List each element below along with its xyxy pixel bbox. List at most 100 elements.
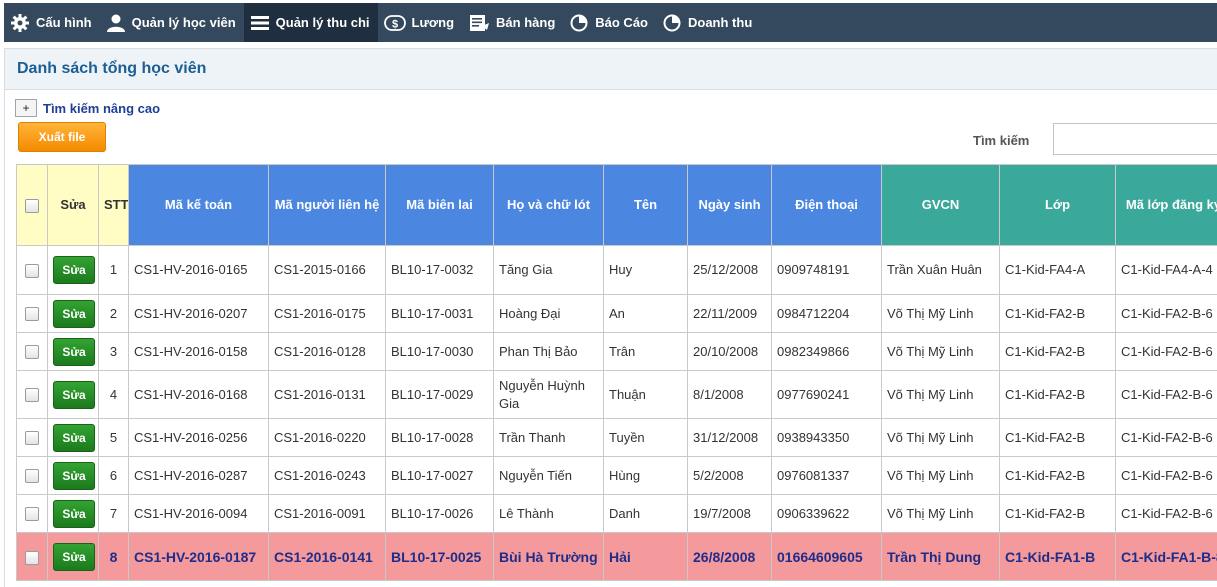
table-row: Sửa6CS1-HV-2016-0287CS1-2016-0243BL10-17… xyxy=(17,457,1217,495)
cell-receipt-code: BL10-17-0030 xyxy=(386,333,494,371)
cell-first-name: Thuận xyxy=(604,371,688,419)
cell-homeroom-teacher: Võ Thị Mỹ Linh xyxy=(882,371,1000,419)
cell-birth-date: 19/7/2008 xyxy=(688,495,772,533)
search-label: Tìm kiếm xyxy=(973,133,1029,148)
edit-button[interactable]: Sửa xyxy=(53,300,95,328)
edit-button[interactable]: Sửa xyxy=(53,338,95,366)
pie-chart-icon xyxy=(662,13,682,33)
row-checkbox[interactable] xyxy=(25,264,39,278)
advanced-search-toggle[interactable]: + Tìm kiếm nâng cao xyxy=(15,99,160,117)
cell-registered-class-code: C1-Kid-FA2-B-6 xyxy=(1116,371,1217,419)
column-header[interactable]: Điện thoại xyxy=(772,165,882,246)
cell-phone: 0938943350 xyxy=(772,419,882,457)
cell-receipt-code: BL10-17-0027 xyxy=(386,457,494,495)
column-header[interactable]: Lớp xyxy=(1000,165,1116,246)
table-row: Sửa4CS1-HV-2016-0168CS1-2016-0131BL10-17… xyxy=(17,371,1217,419)
nav-label: Lương xyxy=(412,15,454,30)
row-checkbox[interactable] xyxy=(25,307,39,321)
cell-registered-class-code: C1-Kid-FA1-B-8 xyxy=(1116,533,1217,581)
column-header[interactable]: Mã kế toán xyxy=(129,165,269,246)
edit-button[interactable]: Sửa xyxy=(53,543,95,571)
search-input[interactable] xyxy=(1053,123,1217,155)
edit-button[interactable]: Sửa xyxy=(53,381,95,409)
cell-receipt-code: BL10-17-0032 xyxy=(386,246,494,295)
list-icon xyxy=(250,13,270,33)
cell-class: C1-Kid-FA2-B xyxy=(1000,295,1116,333)
column-header[interactable]: Tên xyxy=(604,165,688,246)
table-row: Sửa2CS1-HV-2016-0207CS1-2016-0175BL10-17… xyxy=(17,295,1217,333)
row-select-cell xyxy=(17,495,48,533)
nav-label: Bán hàng xyxy=(496,15,555,30)
row-checkbox[interactable] xyxy=(25,507,39,521)
cell-birth-date: 5/2/2008 xyxy=(688,457,772,495)
cell-accounting-code: CS1-HV-2016-0187 xyxy=(129,533,269,581)
row-checkbox[interactable] xyxy=(25,469,39,483)
nav-item-config[interactable]: Cấu hình xyxy=(4,3,100,42)
cell-contact-code: CS1-2016-0243 xyxy=(269,457,386,495)
cell-accounting-code: CS1-HV-2016-0168 xyxy=(129,371,269,419)
cell-homeroom-teacher: Võ Thị Mỹ Linh xyxy=(882,295,1000,333)
nav-item-finance[interactable]: Quản lý thu chi xyxy=(244,3,378,42)
nav-item-sales[interactable]: Bán hàng xyxy=(462,3,563,42)
cell-contact-code: CS1-2016-0131 xyxy=(269,371,386,419)
table-row: Sửa1CS1-HV-2016-0165CS1-2015-0166BL10-17… xyxy=(17,246,1217,295)
svg-text:$: $ xyxy=(391,18,397,30)
document-icon xyxy=(468,13,490,33)
cell-last-middle-name: Tăng Gia xyxy=(494,246,604,295)
cell-contact-code: CS1-2016-0220 xyxy=(269,419,386,457)
column-header[interactable]: Mã lớp đăng ký xyxy=(1116,165,1217,246)
cell-stt: 3 xyxy=(99,333,129,371)
row-edit-cell: Sửa xyxy=(48,533,99,581)
cell-accounting-code: CS1-HV-2016-0158 xyxy=(129,333,269,371)
column-header[interactable]: GVCN xyxy=(882,165,1000,246)
row-select-cell xyxy=(17,246,48,295)
row-checkbox[interactable] xyxy=(25,431,39,445)
header-select-all[interactable] xyxy=(17,165,48,246)
column-header[interactable]: Họ và chữ lót xyxy=(494,165,604,246)
select-all-checkbox[interactable] xyxy=(25,199,39,213)
row-select-cell xyxy=(17,419,48,457)
column-header[interactable]: Mã biên lai xyxy=(386,165,494,246)
cell-contact-code: CS1-2016-0141 xyxy=(269,533,386,581)
edit-button[interactable]: Sửa xyxy=(53,462,95,490)
nav-label: Doanh thu xyxy=(688,15,752,30)
cell-registered-class-code: C1-Kid-FA2-B-6 xyxy=(1116,495,1217,533)
cell-contact-code: CS1-2016-0128 xyxy=(269,333,386,371)
nav-item-reports[interactable]: Báo Cáo xyxy=(563,3,656,42)
cell-birth-date: 25/12/2008 xyxy=(688,246,772,295)
cell-receipt-code: BL10-17-0028 xyxy=(386,419,494,457)
cell-birth-date: 20/10/2008 xyxy=(688,333,772,371)
row-checkbox[interactable] xyxy=(25,388,39,402)
cell-homeroom-teacher: Võ Thị Mỹ Linh xyxy=(882,495,1000,533)
cell-phone: 0909748191 xyxy=(772,246,882,295)
nav-label: Cấu hình xyxy=(36,15,92,30)
row-checkbox[interactable] xyxy=(25,551,39,565)
cell-last-middle-name: Trần Thanh xyxy=(494,419,604,457)
column-header[interactable]: Mã người liên hệ xyxy=(269,165,386,246)
cell-contact-code: CS1-2016-0091 xyxy=(269,495,386,533)
cell-first-name: Trân xyxy=(604,333,688,371)
edit-button[interactable]: Sửa xyxy=(53,500,95,528)
cell-accounting-code: CS1-HV-2016-0094 xyxy=(129,495,269,533)
cell-class: C1-Kid-FA2-B xyxy=(1000,333,1116,371)
edit-button[interactable]: Sửa xyxy=(53,424,95,452)
row-checkbox[interactable] xyxy=(25,345,39,359)
nav-item-revenue[interactable]: Doanh thu xyxy=(656,3,760,42)
edit-button[interactable]: Sửa xyxy=(53,256,95,284)
expand-button[interactable]: + xyxy=(15,99,37,117)
table-row: Sửa5CS1-HV-2016-0256CS1-2016-0220BL10-17… xyxy=(17,419,1217,457)
nav-label: Quản lý thu chi xyxy=(276,15,370,30)
row-edit-cell: Sửa xyxy=(48,246,99,295)
cell-registered-class-code: C1-Kid-FA2-B-6 xyxy=(1116,295,1217,333)
advanced-search-link[interactable]: Tìm kiếm nâng cao xyxy=(43,101,160,116)
cell-first-name: An xyxy=(604,295,688,333)
column-header[interactable]: Ngày sinh xyxy=(688,165,772,246)
cell-registered-class-code: C1-Kid-FA2-B-6 xyxy=(1116,333,1217,371)
nav-item-salary[interactable]: $ Lương xyxy=(378,3,462,42)
cell-receipt-code: BL10-17-0025 xyxy=(386,533,494,581)
cell-class: C1-Kid-FA2-B xyxy=(1000,457,1116,495)
export-file-button[interactable]: Xuất file xyxy=(18,122,106,152)
cell-phone: 0977690241 xyxy=(772,371,882,419)
nav-item-students[interactable]: Quản lý học viên xyxy=(100,3,244,42)
top-navigation: Cấu hình Quản lý học viên Quản lý thu ch… xyxy=(4,3,1217,42)
